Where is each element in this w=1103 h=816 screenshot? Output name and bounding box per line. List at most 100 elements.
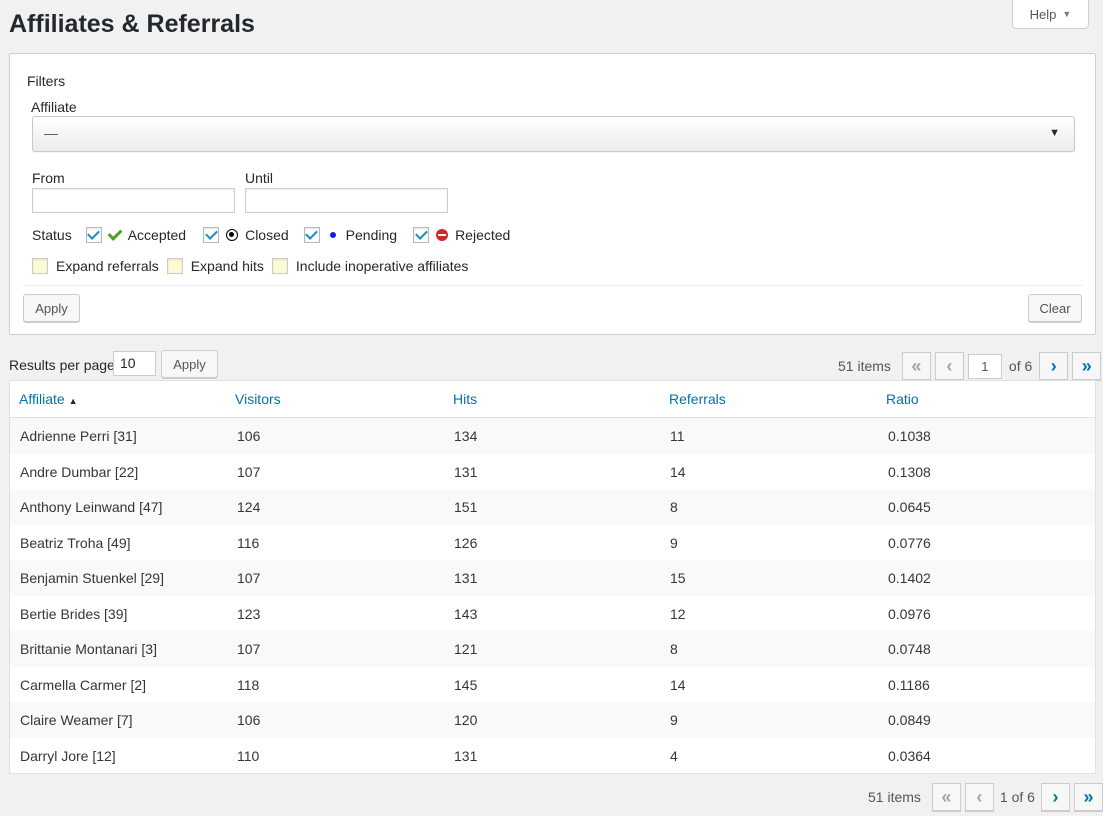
- column-affiliate-label: Affiliate: [19, 391, 65, 407]
- affiliate-cell: Carmella Carmer [2]: [20, 676, 147, 693]
- expand-hits-label: Expand hits: [190, 258, 264, 274]
- help-button[interactable]: Help ▼: [1012, 0, 1089, 29]
- closed-icon-wrap: [225, 228, 239, 242]
- column-hits[interactable]: Hits: [453, 391, 477, 407]
- expand-referrals-label: Expand referrals: [56, 258, 159, 274]
- column-ratio[interactable]: Ratio: [886, 391, 919, 407]
- results-per-page-input[interactable]: 10: [113, 351, 156, 376]
- prev-page-button[interactable]: ‹: [934, 352, 964, 380]
- hits-cell: 121: [454, 641, 478, 657]
- hits-cell: 126: [454, 534, 478, 551]
- apply-filters-button[interactable]: Apply: [23, 294, 80, 322]
- table-row: Andre Dumbar [22] 107 131 14 0.1308: [10, 454, 1095, 490]
- ratio-cell: 0.0364: [888, 747, 931, 764]
- referrals-cell: 9: [670, 534, 678, 551]
- affiliate-cell: Brittanie Montanari [3]: [20, 641, 157, 657]
- ratio-cell: 0.0645: [888, 499, 931, 515]
- visitors-cell: 123: [237, 605, 261, 622]
- ratio-cell: 0.1038: [888, 428, 931, 444]
- visitors-cell: 106: [237, 428, 261, 444]
- clear-filters-button[interactable]: Clear: [1028, 294, 1082, 322]
- column-referrals[interactable]: Referrals: [669, 391, 726, 407]
- next-page-button-bottom[interactable]: ›: [1040, 783, 1070, 811]
- items-count-bottom: 51 items: [868, 789, 921, 805]
- affiliate-label: Affiliate: [31, 99, 77, 115]
- from-date-input[interactable]: [32, 188, 235, 213]
- until-label: Until: [245, 170, 274, 186]
- status-rejected[interactable]: Rejected: [413, 227, 510, 243]
- until-date-input[interactable]: [245, 188, 448, 213]
- visitors-cell: 110: [237, 747, 260, 764]
- hits-cell: 151: [454, 499, 478, 515]
- table-row: Claire Weamer [7] 106 120 9 0.0849: [10, 702, 1095, 738]
- referrals-cell: 9: [670, 712, 678, 728]
- accepted-label: Accepted: [127, 227, 187, 243]
- visitors-cell: 118: [237, 676, 260, 693]
- hits-cell: 145: [454, 676, 478, 693]
- from-label: From: [32, 170, 65, 186]
- referrals-cell: 4: [670, 747, 678, 764]
- total-pages-text: of 6: [1008, 358, 1033, 374]
- status-accepted[interactable]: Accepted: [85, 227, 187, 243]
- table-row: Carmella Carmer [2] 118 145 14 0.1186: [10, 667, 1095, 703]
- expand-referrals-checkbox[interactable]: [32, 258, 48, 274]
- status-pending[interactable]: Pending: [303, 227, 398, 243]
- ratio-cell: 0.0976: [888, 605, 931, 622]
- affiliate-cell: Andre Dumbar [22]: [20, 463, 139, 480]
- referrals-cell: 15: [670, 570, 686, 586]
- prev-page-button-bottom[interactable]: ‹: [964, 783, 994, 811]
- ratio-cell: 0.0748: [888, 641, 931, 657]
- pending-label: Pending: [345, 227, 398, 243]
- closed-checkbox[interactable]: [203, 227, 220, 243]
- table-header: Affiliate ▲ Visitors Hits Referrals Ratio: [10, 381, 1095, 418]
- ratio-cell: 0.1186: [888, 676, 930, 693]
- status-filter-row: Status Accepted Closed Pending Rejected: [32, 226, 510, 244]
- hits-cell: 131: [454, 570, 478, 586]
- last-page-button[interactable]: »: [1072, 352, 1102, 380]
- closed-circle-icon: [226, 229, 239, 241]
- column-affiliate[interactable]: Affiliate ▲: [19, 391, 78, 407]
- results-per-page-label: Results per page: [9, 357, 115, 373]
- status-closed[interactable]: Closed: [203, 227, 289, 243]
- current-page-input[interactable]: 1: [967, 353, 1002, 379]
- accepted-checkbox[interactable]: [85, 227, 102, 243]
- options-row: Expand referrals Expand hits Include ino…: [32, 257, 468, 275]
- referrals-cell: 12: [670, 605, 686, 622]
- table-row: Beatriz Troha [49] 116 126 9 0.0776: [10, 525, 1095, 561]
- first-page-button[interactable]: «: [901, 352, 931, 380]
- checkmark-icon: [108, 228, 122, 242]
- visitors-cell: 116: [237, 534, 260, 551]
- closed-label: Closed: [245, 227, 289, 243]
- status-label: Status: [32, 227, 72, 243]
- first-page-button-bottom[interactable]: «: [931, 783, 961, 811]
- page-indicator-bottom: 1 of 6: [999, 789, 1035, 805]
- expand-hits-checkbox[interactable]: [166, 258, 183, 274]
- visitors-cell: 124: [237, 499, 261, 515]
- table-row: Benjamin Stuenkel [29] 107 131 15 0.1402: [10, 560, 1095, 596]
- column-visitors[interactable]: Visitors: [235, 391, 281, 407]
- dropdown-arrow-icon: ▼: [1049, 127, 1060, 139]
- hits-cell: 131: [454, 463, 478, 480]
- affiliate-cell: Anthony Leinwand [47]: [20, 499, 163, 515]
- rejected-checkbox[interactable]: [413, 227, 430, 243]
- filters-panel: Filters Affiliate — ▼ From Until Status …: [9, 53, 1096, 335]
- next-page-button[interactable]: ›: [1039, 352, 1069, 380]
- last-page-button-bottom[interactable]: »: [1073, 783, 1103, 811]
- divider: [22, 285, 1083, 286]
- pagination-top: 51 items « ‹ 1 of 6 › »: [838, 352, 1102, 380]
- results-apply-button[interactable]: Apply: [161, 350, 218, 378]
- referrals-cell: 8: [670, 499, 678, 515]
- hits-cell: 120: [454, 712, 478, 728]
- pending-dot-icon: [326, 228, 340, 242]
- page-title: Affiliates & Referrals: [9, 10, 255, 38]
- affiliate-select[interactable]: — ▼: [32, 116, 1075, 152]
- rejected-icon: [436, 229, 449, 241]
- affiliate-cell: Benjamin Stuenkel [29]: [20, 570, 164, 586]
- rejected-icon-wrap: [435, 228, 449, 242]
- include-inoperative-checkbox[interactable]: [271, 258, 288, 274]
- filters-title: Filters: [27, 73, 66, 89]
- pagination-bottom: 51 items « ‹ 1 of 6 › »: [868, 783, 1103, 811]
- pending-checkbox[interactable]: [303, 227, 320, 243]
- help-label: Help: [1029, 6, 1057, 22]
- ratio-cell: 0.1308: [888, 463, 931, 480]
